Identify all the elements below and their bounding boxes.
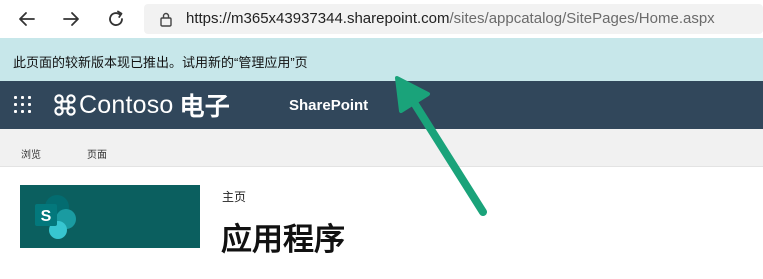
refresh-icon: [109, 10, 123, 26]
brand-name: Contoso: [79, 90, 174, 119]
forward-button[interactable]: [56, 4, 86, 34]
contoso-logo-icon: [54, 94, 76, 116]
sharepoint-icon: S: [35, 195, 76, 239]
brand-suffix: 电子: [179, 93, 230, 121]
page-title: 应用程序: [221, 222, 345, 257]
tab-page[interactable]: 页面: [87, 146, 107, 161]
site-logo[interactable]: S: [20, 185, 200, 248]
back-icon: [19, 12, 35, 26]
address-bar[interactable]: https://m365x43937344.sharepoint.com/sit…: [144, 4, 763, 34]
brand-logo[interactable]: Contoso 电子: [53, 89, 230, 121]
tab-browse[interactable]: 浏览: [21, 146, 41, 161]
refresh-button[interactable]: [101, 4, 131, 34]
browser-toolbar: https://m365x43937344.sharepoint.com/sit…: [0, 0, 763, 39]
suite-bar: Contoso 电子 SharePoint: [0, 81, 763, 129]
forward-icon: [63, 12, 79, 26]
lock-icon: [160, 12, 172, 27]
url-path: /sites/appcatalog/SitePages/Home.aspx: [449, 10, 715, 27]
new-version-notification: 此页面的较新版本现已推出。试用新的“管理应用”页: [0, 38, 763, 81]
svg-text:S: S: [41, 208, 52, 225]
back-button[interactable]: [12, 4, 42, 34]
sharepoint-label[interactable]: SharePoint: [289, 97, 368, 114]
url-text: https://m365x43937344.sharepoint.com/sit…: [186, 10, 715, 27]
app-launcher-icon[interactable]: [14, 96, 32, 114]
notification-text[interactable]: 此页面的较新版本现已推出。试用新的“管理应用”页: [13, 52, 308, 71]
breadcrumb[interactable]: 主页: [222, 188, 246, 205]
url-host: https://m365x43937344.sharepoint.com: [186, 10, 450, 27]
ribbon: 浏览 页面: [0, 129, 763, 167]
